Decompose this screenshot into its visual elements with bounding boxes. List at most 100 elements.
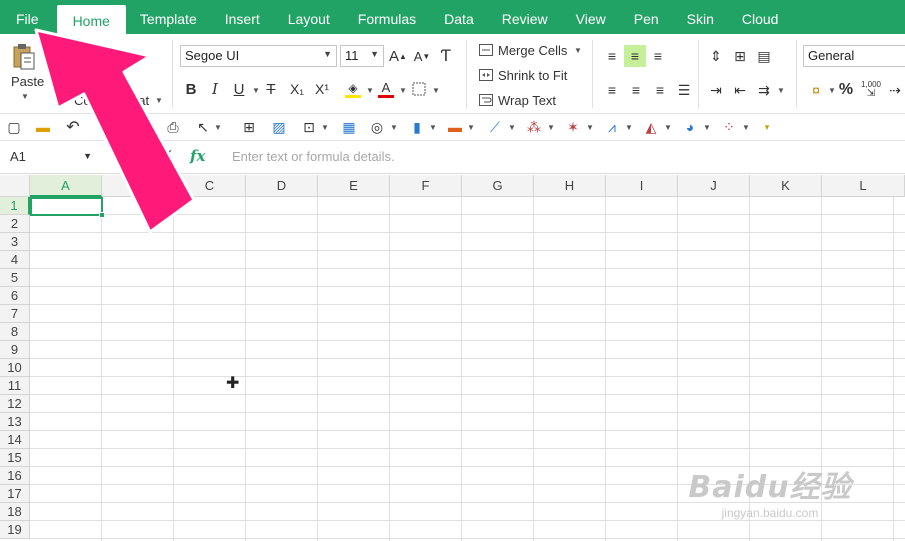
fill-color-icon[interactable]: ◈ [344, 78, 362, 100]
radar-chart-icon[interactable]: ✶ [564, 117, 582, 137]
bold-button[interactable]: B [182, 78, 200, 100]
row-header[interactable]: 3 [0, 233, 30, 251]
currency-dropdown-icon[interactable]: ▼ [828, 86, 836, 95]
paste-button[interactable]: Paste [11, 74, 44, 89]
customize-toolbar-icon[interactable]: ▾ [760, 117, 774, 137]
row-header[interactable]: 19 [0, 521, 30, 539]
font-color-icon[interactable]: A [377, 78, 395, 100]
formula-input[interactable]: Enter text or formula details. [232, 149, 395, 164]
column-header[interactable]: J [678, 175, 750, 197]
align-top-icon[interactable]: ≡ [602, 45, 622, 67]
fill-handle[interactable] [99, 212, 105, 218]
open-folder-icon[interactable]: ▬ [34, 117, 52, 137]
menu-cloud[interactable]: Cloud [728, 0, 793, 34]
shrink-to-fit-button[interactable]: Shrink to Fit [498, 68, 567, 83]
area-chart-icon[interactable]: ◭ [642, 117, 660, 137]
scatter-chart-dropdown-icon[interactable]: ▼ [547, 123, 555, 132]
row-header[interactable]: 7 [0, 305, 30, 323]
name-box[interactable]: A1 ▼ [0, 145, 100, 169]
shapes-icon[interactable]: ◎ [368, 117, 386, 137]
fx-icon[interactable]: fx [190, 147, 205, 165]
stock-chart-icon[interactable]: ⩘ [603, 117, 621, 137]
pie-chart-dropdown-icon[interactable]: ▼ [703, 123, 711, 132]
menu-data[interactable]: Data [430, 0, 488, 34]
align-left-icon[interactable]: ≡ [602, 79, 622, 101]
row-header[interactable]: 15 [0, 449, 30, 467]
column-header[interactable]: A [30, 175, 102, 197]
radar-chart-dropdown-icon[interactable]: ▼ [586, 123, 594, 132]
distributed-icon[interactable]: ⊞ [730, 45, 750, 67]
row-header[interactable]: 1 [0, 197, 30, 215]
bar-chart-icon[interactable]: ▬ [446, 117, 464, 137]
menu-layout[interactable]: Layout [274, 0, 344, 34]
paste-icon[interactable] [10, 42, 38, 72]
row-header[interactable]: 4 [0, 251, 30, 269]
select-pointer-icon[interactable]: ↖ [195, 117, 211, 137]
thousands-separator-button[interactable]: 1,000 ⇲ [860, 76, 882, 102]
row-header[interactable]: 9 [0, 341, 30, 359]
align-center-icon[interactable]: ≡ [626, 79, 646, 101]
copy-format-button[interactable]: Copy Format [74, 93, 149, 108]
column-header[interactable]: I [606, 175, 678, 197]
strikethrough-button[interactable]: T [262, 78, 280, 100]
menu-template[interactable]: Template [126, 0, 211, 34]
active-cell[interactable] [30, 197, 105, 218]
column-header[interactable]: E [318, 175, 390, 197]
screenshot-dropdown-icon[interactable]: ▼ [321, 123, 329, 132]
column-header[interactable]: D [246, 175, 318, 197]
merge-cells-dropdown-icon[interactable]: ▼ [574, 46, 582, 55]
menu-file[interactable]: File [0, 0, 53, 34]
underline-button[interactable]: U [230, 78, 248, 100]
scatter-chart-icon[interactable]: ⁂ [525, 117, 543, 137]
row-header[interactable]: 12 [0, 395, 30, 413]
save-dropdown-icon[interactable]: ▼ [148, 123, 156, 132]
cut-button[interactable]: Cut [74, 43, 94, 58]
increase-font-icon[interactable]: A ▲ [388, 45, 408, 67]
table-icon[interactable]: ⊞ [240, 117, 258, 137]
menu-formulas[interactable]: Formulas [344, 0, 430, 34]
row-header[interactable]: 10 [0, 359, 30, 377]
outdent-icon[interactable]: ⇤ [730, 79, 750, 101]
line-spacing-icon[interactable]: ⇕ [706, 45, 726, 67]
row-header[interactable]: 11 [0, 377, 30, 395]
menu-pen[interactable]: Pen [620, 0, 673, 34]
select-all-corner[interactable] [0, 175, 30, 197]
column-header[interactable]: F [390, 175, 462, 197]
new-file-icon[interactable]: ▢ [5, 117, 23, 137]
copy-button[interactable]: Copy [74, 68, 104, 83]
menu-review[interactable]: Review [488, 0, 562, 34]
row-header[interactable]: 6 [0, 287, 30, 305]
font-color-dropdown-icon[interactable]: ▼ [399, 86, 407, 95]
decimal-icon[interactable]: ⇢ [886, 79, 904, 101]
superscript-button[interactable]: X¹ [311, 78, 333, 100]
indent-dropdown-icon[interactable]: ▼ [777, 86, 785, 95]
justify-icon[interactable]: ☰ [674, 79, 694, 101]
line-chart-dropdown-icon[interactable]: ▼ [508, 123, 516, 132]
row-header[interactable]: 18 [0, 503, 30, 521]
column-header[interactable]: H [534, 175, 606, 197]
indent-icon[interactable]: ⇥ [706, 79, 726, 101]
column-chart-dropdown-icon[interactable]: ▼ [429, 123, 437, 132]
border-dropdown-icon[interactable]: ▼ [432, 86, 440, 95]
bar-chart-dropdown-icon[interactable]: ▼ [467, 123, 475, 132]
menu-insert[interactable]: Insert [211, 0, 274, 34]
column-chart-icon[interactable]: ▮ [408, 117, 426, 137]
text-box-icon[interactable]: ▤ [754, 45, 774, 67]
dot-chart-icon[interactable]: ⁘ [720, 117, 738, 137]
row-header[interactable]: 13 [0, 413, 30, 431]
undo-icon[interactable]: ↶ [64, 117, 82, 137]
row-header[interactable]: 8 [0, 323, 30, 341]
currency-icon[interactable]: ¤ [806, 79, 826, 101]
pie-chart-icon[interactable]: ◕ [681, 117, 699, 137]
column-header[interactable]: C [174, 175, 246, 197]
clear-format-icon[interactable]: Ƭ [436, 45, 456, 67]
copy-format-dropdown-icon[interactable]: ▼ [155, 96, 163, 105]
align-right-icon[interactable]: ≡ [650, 79, 670, 101]
screenshot-icon[interactable]: ⊡ [300, 117, 318, 137]
align-bottom-icon[interactable]: ≡ [648, 45, 668, 67]
paste-dropdown-icon[interactable]: ▼ [21, 92, 29, 101]
font-size-select[interactable]: 11 ▼ [340, 45, 384, 67]
menu-home[interactable]: Home [56, 5, 126, 34]
area-chart-dropdown-icon[interactable]: ▼ [664, 123, 672, 132]
subscript-button[interactable]: X₁ [286, 78, 308, 100]
